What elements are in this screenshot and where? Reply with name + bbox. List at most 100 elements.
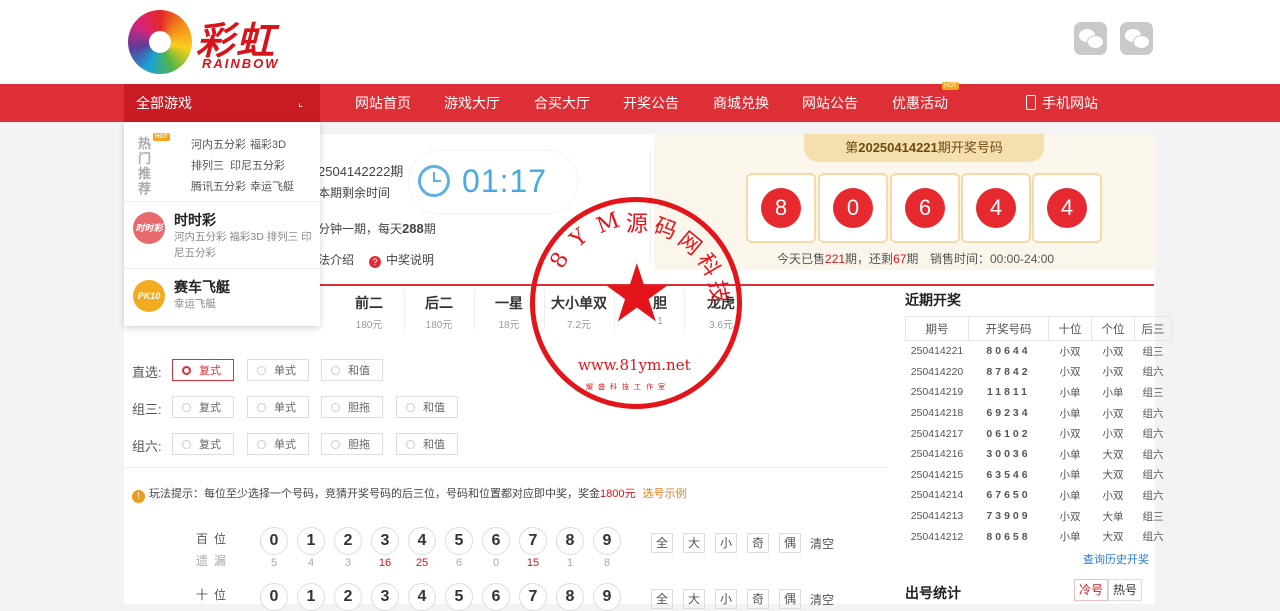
table-cell: 小单 xyxy=(1059,386,1081,399)
table-cell: 06102 xyxy=(986,427,1031,440)
table-cell: 250414214 xyxy=(910,489,964,502)
hot-link[interactable]: 幸运飞艇 xyxy=(250,178,294,194)
number-ball[interactable]: 1 xyxy=(297,527,325,555)
quick-select-button[interactable]: 全 xyxy=(651,533,673,553)
number-ball[interactable]: 5 xyxy=(445,583,473,611)
wechat-icon[interactable] xyxy=(1120,22,1153,55)
number-ball[interactable]: 2 xyxy=(334,527,362,555)
option-group6-compound[interactable]: 复式 xyxy=(172,433,234,455)
hot-link[interactable]: 河内五分彩 xyxy=(191,136,246,152)
table-cell: 大单 xyxy=(1102,510,1124,523)
quick-select-button[interactable]: 大 xyxy=(683,533,705,553)
option-group3-dantuo[interactable]: 胆拖 xyxy=(321,396,383,418)
tab-back-two[interactable]: 后二 180元 xyxy=(404,286,474,332)
quick-select-button[interactable]: 奇 xyxy=(747,589,769,609)
wechat-icon[interactable] xyxy=(1074,22,1107,55)
hot-link[interactable]: 福彩3D xyxy=(250,136,286,152)
miss-count: 5 xyxy=(270,557,278,569)
example-link[interactable]: 选号示例 xyxy=(643,488,687,500)
table-cell: 250414217 xyxy=(910,427,964,440)
position-label-tens: 十位 xyxy=(196,588,233,602)
category-games[interactable]: 河内五分彩 福彩3D 排列三 印尼五分彩 xyxy=(174,229,314,261)
hot-badge: HOT xyxy=(942,82,959,90)
hot-link[interactable]: 腾讯五分彩 xyxy=(191,178,246,194)
table-cell: 63546 xyxy=(986,468,1031,481)
number-ball[interactable]: 6 xyxy=(482,527,510,555)
table-cell: 小双 xyxy=(1102,345,1124,358)
nav-shop[interactable]: 商城兑换 xyxy=(713,84,769,122)
number-ball[interactable]: 9 xyxy=(593,583,621,611)
draw-title: 第20250414221期开奖号码 xyxy=(804,134,1044,162)
option-direct-compound[interactable]: 复式 xyxy=(172,359,234,381)
nav-draw-notice[interactable]: 开奖公告 xyxy=(623,84,679,122)
nav-group-buy[interactable]: 合买大厅 xyxy=(534,84,590,122)
prize-info-link[interactable]: ? 中奖说明 xyxy=(369,251,434,268)
nav-mobile[interactable]: 手机网站 xyxy=(1026,84,1098,122)
logo[interactable]: 彩虹 RAINBOW xyxy=(128,8,278,76)
number-ball[interactable]: 8 xyxy=(556,583,584,611)
number-ball[interactable]: 0 xyxy=(260,583,288,611)
position-label-hundreds: 百位 xyxy=(196,532,233,546)
category-racing[interactable]: 赛车飞艇 xyxy=(174,277,230,297)
table-cell: 小单 xyxy=(1102,386,1124,399)
number-ball[interactable]: 3 xyxy=(371,527,399,555)
number-ball[interactable]: 7 xyxy=(519,583,547,611)
option-group6-single[interactable]: 单式 xyxy=(247,433,309,455)
all-games-menu[interactable]: 全部游戏 ⌞ xyxy=(124,84,320,122)
ssc-category-icon: 时时彩 xyxy=(133,212,165,244)
hot-link[interactable]: 印尼五分彩 xyxy=(230,157,285,173)
history-link[interactable]: 查询历史开奖 xyxy=(1083,551,1149,567)
tab-front-two[interactable]: 前二 180元 xyxy=(334,286,404,332)
option-group3-sum[interactable]: 和值 xyxy=(396,396,458,418)
nav-game-hall[interactable]: 游戏大厅 xyxy=(444,84,500,122)
option-group6-dantuo[interactable]: 胆拖 xyxy=(321,433,383,455)
quick-select-button[interactable]: 小 xyxy=(715,533,737,553)
column-header: 期号 xyxy=(905,316,969,341)
number-ball[interactable]: 3 xyxy=(371,583,399,611)
miss-count: 3 xyxy=(344,557,352,569)
pk10-category-icon: PK10 xyxy=(133,280,165,312)
table-cell: 69234 xyxy=(986,407,1031,420)
option-group3-compound[interactable]: 复式 xyxy=(172,396,234,418)
number-ball[interactable]: 7 xyxy=(519,527,547,555)
rules-link[interactable]: 法介绍 xyxy=(318,251,354,268)
clear-button[interactable]: 清空 xyxy=(810,591,834,608)
number-ball[interactable]: 0 xyxy=(260,527,288,555)
number-ball[interactable]: 9 xyxy=(593,527,621,555)
table-cell: 小双 xyxy=(1102,407,1124,420)
cold-numbers-button[interactable]: 冷号 xyxy=(1074,579,1108,601)
number-ball[interactable]: 2 xyxy=(334,583,362,611)
option-group3-single[interactable]: 单式 xyxy=(247,396,309,418)
option-direct-single[interactable]: 单式 xyxy=(247,359,309,381)
quick-select-button[interactable]: 小 xyxy=(715,589,737,609)
hot-link[interactable]: 排列三 xyxy=(191,157,224,173)
option-group6-sum[interactable]: 和值 xyxy=(396,433,458,455)
quick-select-button[interactable]: 奇 xyxy=(747,533,769,553)
number-ball[interactable]: 4 xyxy=(408,583,436,611)
table-cell: 250414219 xyxy=(910,386,964,399)
number-ball[interactable]: 1 xyxy=(297,583,325,611)
divider xyxy=(124,467,888,468)
category-games[interactable]: 幸运飞艇 xyxy=(174,296,314,312)
play-tip: ! 玩法提示：每位至少选择一个号码，竞猜开奖号码的后三位，号码和位置都对应即中奖，… xyxy=(132,485,687,503)
hot-numbers-button[interactable]: 热号 xyxy=(1108,579,1142,601)
clear-button[interactable]: 清空 xyxy=(810,535,834,552)
table-cell: 小双 xyxy=(1059,510,1081,523)
table-cell: 组六 xyxy=(1142,448,1164,461)
option-direct-sum[interactable]: 和值 xyxy=(321,359,383,381)
draw-ball: 4 xyxy=(961,173,1031,243)
number-ball[interactable]: 6 xyxy=(482,583,510,611)
number-ball[interactable]: 4 xyxy=(408,527,436,555)
nav-announcement[interactable]: 网站公告 xyxy=(802,84,858,122)
number-ball[interactable]: 8 xyxy=(556,527,584,555)
quick-select-button[interactable]: 偶 xyxy=(779,533,801,553)
nav-promotions[interactable]: 优惠活动 HOT xyxy=(892,82,959,122)
quick-select-button[interactable]: 偶 xyxy=(779,589,801,609)
quick-select-button[interactable]: 全 xyxy=(651,589,673,609)
nav-home[interactable]: 网站首页 xyxy=(355,84,411,122)
table-cell: 250414218 xyxy=(910,407,964,420)
quick-select-button[interactable]: 大 xyxy=(683,589,705,609)
number-ball[interactable]: 5 xyxy=(445,527,473,555)
category-ssc[interactable]: 时时彩 xyxy=(174,210,216,230)
table-cell: 80658 xyxy=(986,530,1031,543)
